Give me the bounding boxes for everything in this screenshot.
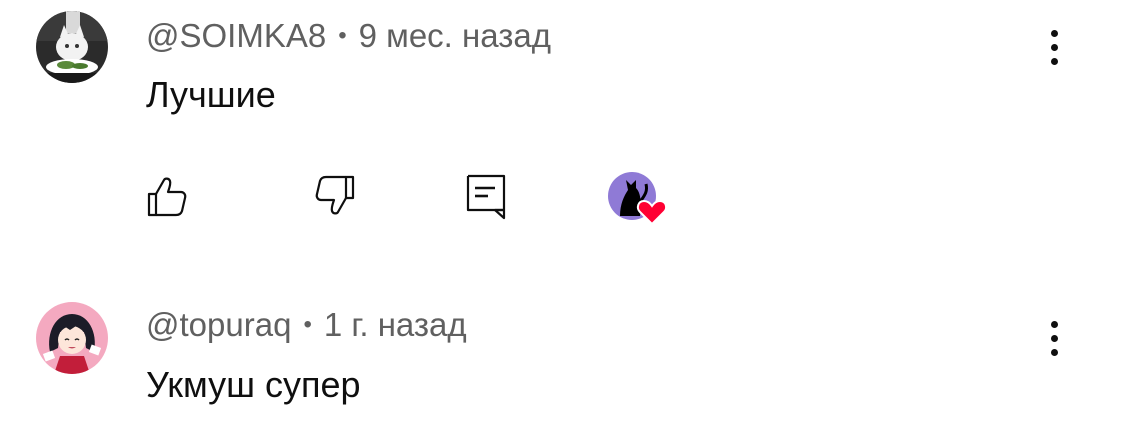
comment-text: Лучшие [146, 74, 276, 115]
comment-meta: @SOIMKA8 • 9 мес. назад [146, 16, 551, 56]
thumbs-down-icon [315, 175, 355, 215]
comment-item: @topuraq • 1 г. назад Укмуш супер [0, 290, 1125, 432]
more-options-icon[interactable] [1032, 313, 1076, 363]
cat-meme-avatar-icon [36, 11, 108, 83]
comment-author[interactable]: @SOIMKA8 [146, 17, 326, 55]
dislike-button[interactable] [305, 166, 365, 226]
comment-time: 1 г. назад [323, 306, 467, 343]
comment-meta: @topuraq • 1 г. назад [146, 305, 467, 345]
comments-list: @SOIMKA8 • 9 мес. назад Лучшие @topuraq … [0, 0, 1125, 432]
creator-heart[interactable] [606, 166, 672, 226]
meta-separator: • [303, 311, 312, 338]
anime-avatar-icon [36, 302, 108, 374]
creator-heart-icon [608, 172, 668, 226]
reply-icon [466, 174, 506, 220]
thumbs-up-icon [147, 177, 187, 217]
meta-separator: • [338, 22, 347, 49]
comment-text: Укмуш супер [146, 364, 361, 405]
comment-author[interactable]: @topuraq [146, 306, 291, 344]
like-button[interactable] [137, 166, 197, 226]
comment-time: 9 мес. назад [358, 17, 551, 54]
reply-button[interactable] [456, 166, 516, 226]
more-options-icon[interactable] [1032, 22, 1076, 72]
comment-actions [0, 166, 1125, 226]
user-avatar[interactable] [36, 302, 108, 374]
user-avatar[interactable] [36, 11, 108, 83]
comment-item: @SOIMKA8 • 9 мес. назад Лучшие [0, 0, 1125, 290]
